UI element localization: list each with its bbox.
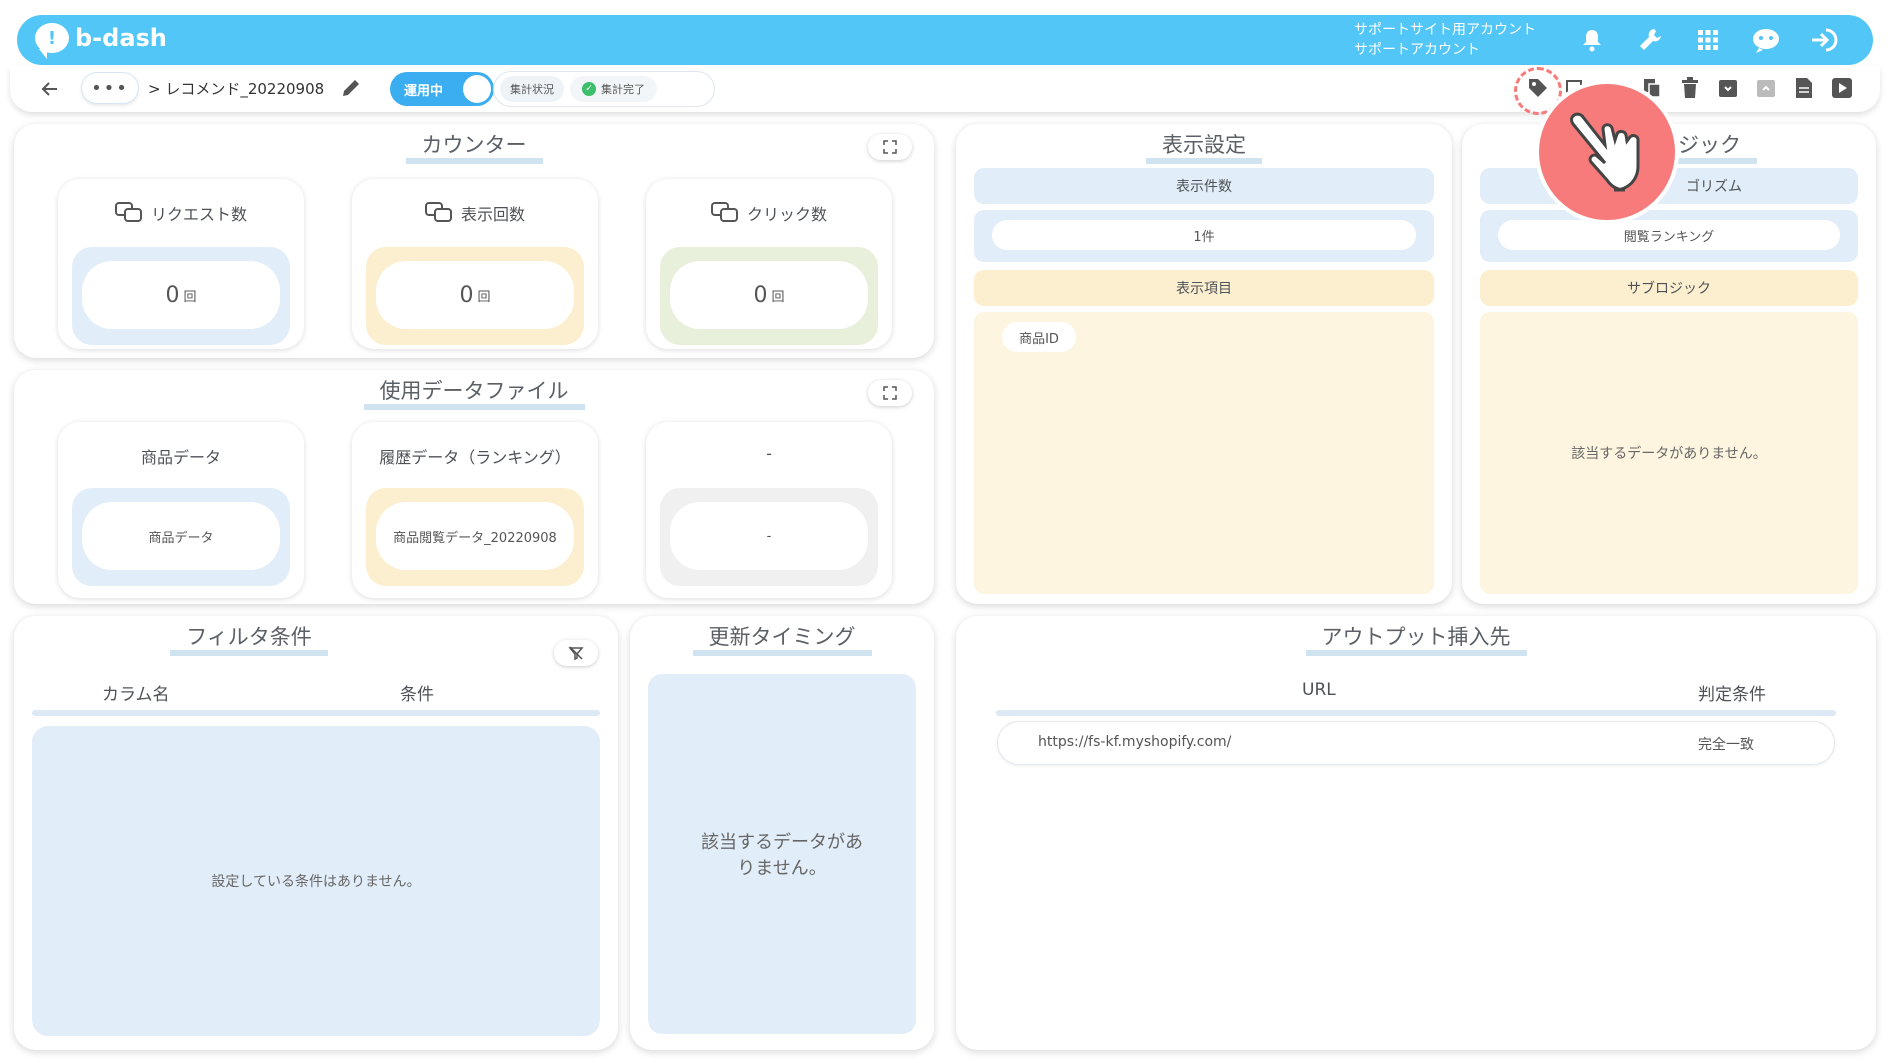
datafile-tile-product[interactable]: 商品データ 商品データ — [58, 422, 304, 598]
counter-tile-impressions: 表示回数 0回 — [352, 179, 598, 349]
tile-value: 商品データ — [148, 530, 214, 546]
filter-title: フィルタ条件 — [170, 624, 328, 656]
chat-robot-icon[interactable] — [1746, 24, 1786, 56]
tile-unit: 回 — [183, 289, 197, 305]
logout-icon[interactable] — [1804, 24, 1844, 56]
datafiles-card: 使用データファイル 商品データ 商品データ 履歴データ（ランキング） 商品閲覧デ… — [14, 370, 934, 604]
aggregation-done-badge: ✓ 集計完了 — [570, 76, 657, 102]
play-icon[interactable] — [1829, 74, 1855, 102]
tile-value: - — [766, 528, 772, 544]
expand-button[interactable] — [868, 134, 912, 160]
datafiles-title: 使用データファイル — [363, 378, 585, 410]
output-row[interactable]: https://fs-kf.myshopify.com/ 完全一致 — [998, 722, 1834, 764]
aggregation-status: 集計状況 ✓ 集計完了 — [494, 72, 714, 106]
bell-icon[interactable] — [1572, 24, 1612, 56]
unarchive-icon[interactable] — [1753, 74, 1779, 102]
timing-empty-message: 該当するデータがありません。 — [648, 674, 916, 1034]
tile-unit: 回 — [771, 289, 785, 305]
check-circle-icon: ✓ — [582, 82, 596, 96]
display-items-area — [974, 312, 1434, 594]
datafile-tile-empty: - - — [646, 422, 892, 598]
timing-title: 更新タイミング — [692, 624, 872, 656]
app-header: ! b-dash サポートサイト用アカウント サポートアカウント — [17, 15, 1873, 65]
toggle-knob — [463, 75, 491, 103]
timing-empty-text: 該当するデータがありません。 — [701, 832, 863, 879]
expand-button[interactable] — [868, 380, 912, 406]
breadcrumb: > レコメンド_20220908 — [148, 80, 325, 98]
column-header-match: 判定条件 — [1698, 685, 1766, 705]
tile-label: 商品データ — [140, 448, 221, 467]
sublogic-empty-message: 該当するデータがありません。 — [1480, 312, 1858, 594]
column-header-name: カラム名 — [102, 685, 170, 705]
filter-card: フィルタ条件 カラム名 条件 設定している条件はありません。 — [14, 616, 618, 1050]
pointing-hand-icon — [1535, 80, 1679, 224]
display-items-header: 表示項目 — [974, 270, 1434, 306]
document-icon[interactable] — [1791, 74, 1817, 102]
column-header-condition: 条件 — [400, 685, 434, 705]
tile-value: 0 — [753, 282, 768, 308]
header-divider — [996, 710, 1836, 716]
archive-icon[interactable] — [1715, 74, 1741, 102]
tile-value: 0 — [165, 282, 180, 308]
back-arrow-icon[interactable] — [38, 77, 62, 101]
pencil-icon[interactable] — [340, 77, 362, 99]
datafile-tile-history[interactable]: 履歴データ（ランキング） 商品閲覧データ_20220908 — [352, 422, 598, 598]
grid-icon[interactable] — [1688, 24, 1728, 56]
chat-bubbles-icon — [114, 202, 142, 222]
counter-tile-requests: リクエスト数 0回 — [58, 179, 304, 349]
tile-value: 商品閲覧データ_20220908 — [393, 530, 557, 546]
tile-label: - — [766, 444, 772, 463]
breadcrumb-more-button[interactable]: ••• — [82, 73, 138, 103]
header-divider — [32, 710, 600, 716]
tile-label: 履歴データ（ランキング） — [379, 448, 571, 467]
aggregation-done-label: 集計完了 — [601, 83, 645, 96]
output-card: アウトプット挿入先 URL 判定条件 https://fs-kf.myshopi… — [956, 616, 1876, 1050]
filter-empty-message: 設定している条件はありません。 — [32, 726, 600, 1036]
logo-bubble-icon: ! — [35, 23, 69, 59]
logo-text: b-dash — [75, 24, 167, 52]
display-settings-card: 表示設定 表示件数 1件 表示項目 商品ID — [956, 124, 1452, 604]
aggregation-status-button[interactable]: 集計状況 — [500, 76, 564, 102]
counter-title: カウンター — [405, 132, 543, 164]
account-name: サポートサイト用アカウント — [1354, 22, 1536, 38]
logo[interactable]: ! b-dash — [35, 23, 167, 59]
display-count-header: 表示件数 — [974, 168, 1434, 204]
expand-icon — [883, 140, 897, 154]
display-item-chip: 商品ID — [1002, 322, 1076, 352]
timing-card: 更新タイミング 該当するデータがありません。 — [630, 616, 934, 1050]
expand-icon — [883, 386, 897, 400]
filter-toggle-button[interactable] — [554, 640, 598, 666]
tile-unit: 回 — [477, 289, 491, 305]
tile-label: リクエスト数 — [150, 205, 247, 224]
output-title: アウトプット挿入先 — [1305, 624, 1527, 656]
sublogic-header: サブロジック — [1480, 270, 1858, 306]
output-condition: 完全一致 — [1698, 737, 1754, 753]
account-info[interactable]: サポートサイト用アカウント サポートアカウント — [1354, 20, 1536, 60]
display-title: 表示設定 — [1146, 132, 1262, 164]
status-toggle[interactable]: 運用中 — [390, 72, 494, 106]
chat-bubbles-icon — [710, 202, 738, 222]
column-header-url: URL — [1302, 680, 1336, 700]
output-url: https://fs-kf.myshopify.com/ — [1038, 734, 1232, 750]
toggle-label: 運用中 — [404, 83, 444, 99]
filter-off-icon — [568, 646, 584, 661]
tile-value: 0 — [459, 282, 474, 308]
tile-label: 表示回数 — [460, 205, 525, 224]
chat-bubbles-icon — [424, 202, 452, 222]
account-role: サポートアカウント — [1354, 42, 1480, 58]
display-count-value: 1件 — [992, 220, 1416, 250]
tile-label: クリック数 — [746, 205, 827, 224]
wrench-icon[interactable] — [1630, 24, 1670, 56]
counter-card: カウンター リクエスト数 0回 表示回数 0回 クリック数 0回 — [14, 124, 934, 358]
algorithm-header-label: ゴリズム — [1686, 179, 1742, 195]
counter-tile-clicks: クリック数 0回 — [646, 179, 892, 349]
